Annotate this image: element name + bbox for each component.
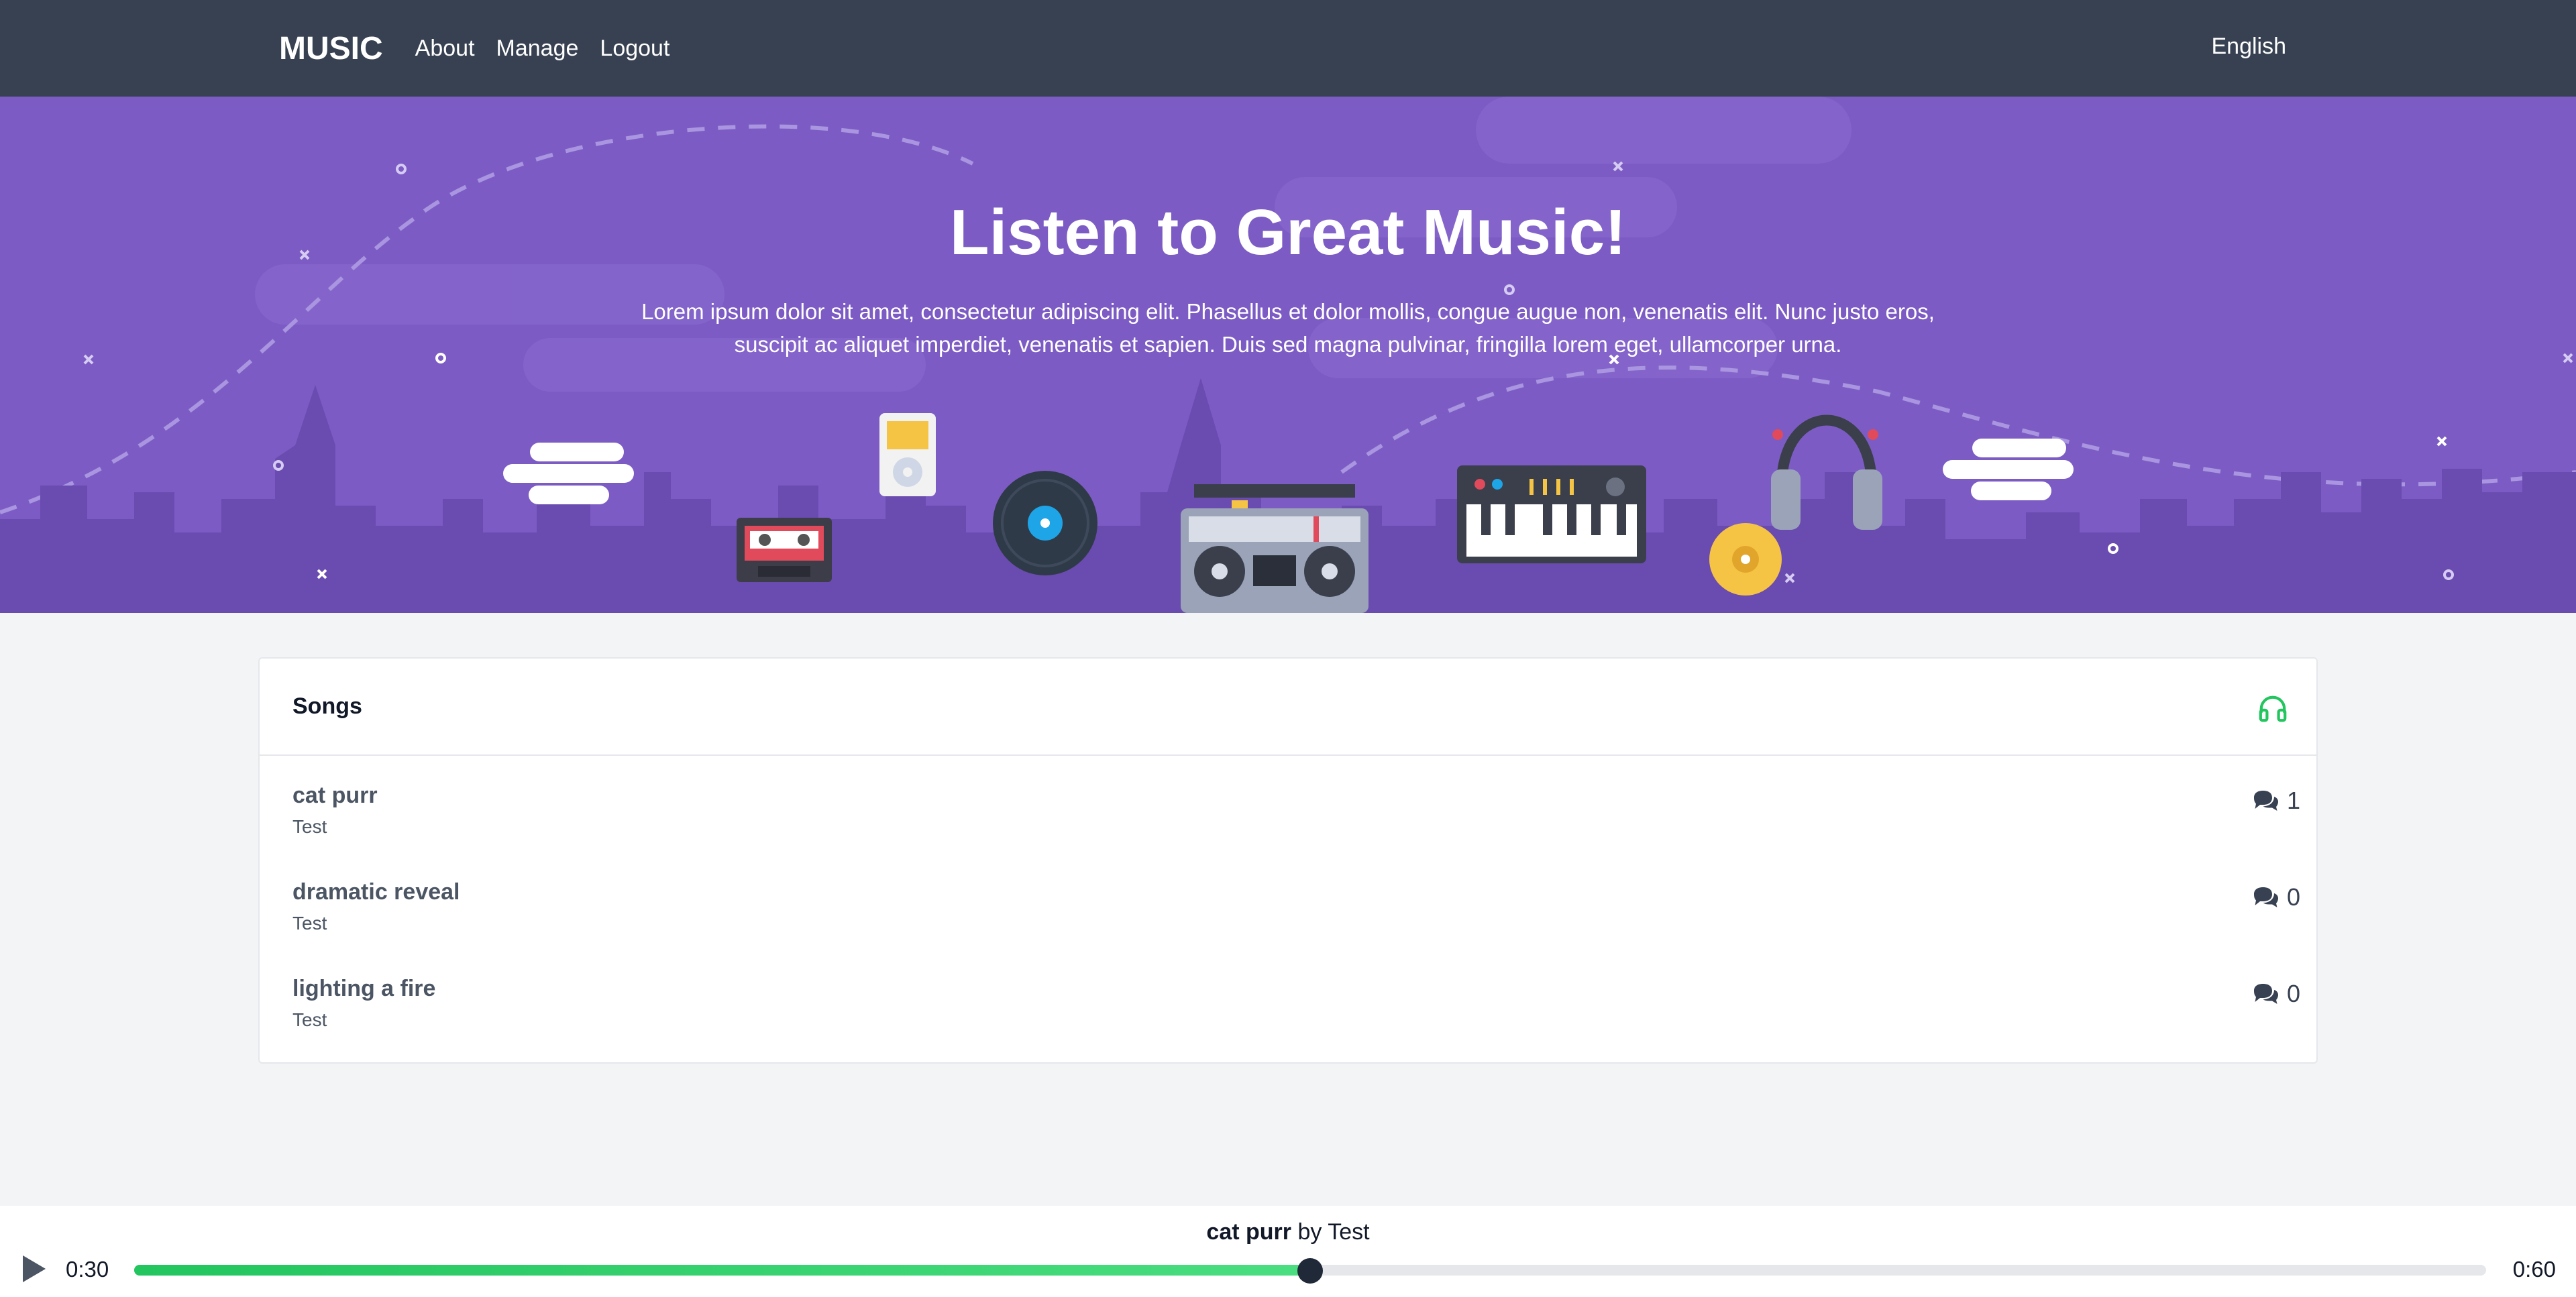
song-artist: Test xyxy=(292,1009,327,1030)
current-time: 0:30 xyxy=(66,1257,109,1282)
nav-link-manage[interactable]: Manage xyxy=(496,36,579,62)
songs-card-title: Songs xyxy=(292,693,362,719)
song-item-cat-purr[interactable]: cat purr Test 1 xyxy=(260,756,2316,852)
comment-count-value: 1 xyxy=(2286,787,2300,814)
nav-link-about[interactable]: About xyxy=(415,36,475,62)
nav-left: MUSIC About Manage Logout xyxy=(279,0,691,97)
comments-icon xyxy=(2253,791,2278,811)
now-playing-by: by xyxy=(1297,1219,1322,1245)
progress-thumb[interactable] xyxy=(1297,1258,1323,1284)
language-switch[interactable]: English xyxy=(2211,34,2286,60)
song-title[interactable]: lighting a fire xyxy=(292,976,435,1002)
now-playing: cat purr by Test xyxy=(0,1219,2576,1245)
song-title[interactable]: cat purr xyxy=(292,783,378,809)
song-title[interactable]: dramatic reveal xyxy=(292,879,460,905)
duration: 0:60 xyxy=(2512,1257,2556,1282)
navbar: MUSIC About Manage Logout English xyxy=(0,0,2576,97)
comment-count: 0 xyxy=(2252,883,2300,911)
comment-count-value: 0 xyxy=(2286,883,2300,911)
song-item-lighting-a-fire[interactable]: lighting a fire Test 0 xyxy=(260,949,2316,1046)
progress-fill xyxy=(134,1265,1310,1276)
hero-title: Listen to Great Music! xyxy=(949,196,1627,268)
progress-bar[interactable] xyxy=(134,1258,2486,1284)
hero-description: Lorem ipsum dolor sit amet, consectetur … xyxy=(641,299,1935,357)
song-artist: Test xyxy=(292,816,327,837)
nav-link-logout[interactable]: Logout xyxy=(600,36,669,62)
songs-card-header: Songs xyxy=(260,659,2316,756)
play-icon[interactable] xyxy=(19,1253,48,1285)
comment-count: 1 xyxy=(2252,787,2300,815)
now-playing-song: cat purr xyxy=(1206,1219,1291,1245)
headphones-icon[interactable] xyxy=(2257,693,2288,724)
comment-count-value: 0 xyxy=(2286,980,2300,1007)
comments-icon xyxy=(2253,887,2278,907)
comments-icon xyxy=(2253,984,2278,1004)
song-item-dramatic-reveal[interactable]: dramatic reveal Test 0 xyxy=(260,852,2316,949)
audio-player: cat purr by Test 0:30 0:60 xyxy=(0,1206,2576,1297)
songs-card: Songs cat purr Test 1 dramatic reveal Te… xyxy=(258,657,2318,1064)
song-artist: Test xyxy=(292,913,327,934)
comment-count: 0 xyxy=(2252,980,2300,1008)
brand-logo[interactable]: MUSIC xyxy=(279,30,383,67)
hero-banner: Listen to Great Music! Lorem ipsum dolor… xyxy=(0,97,2576,613)
now-playing-artist: Test xyxy=(1328,1219,1370,1245)
